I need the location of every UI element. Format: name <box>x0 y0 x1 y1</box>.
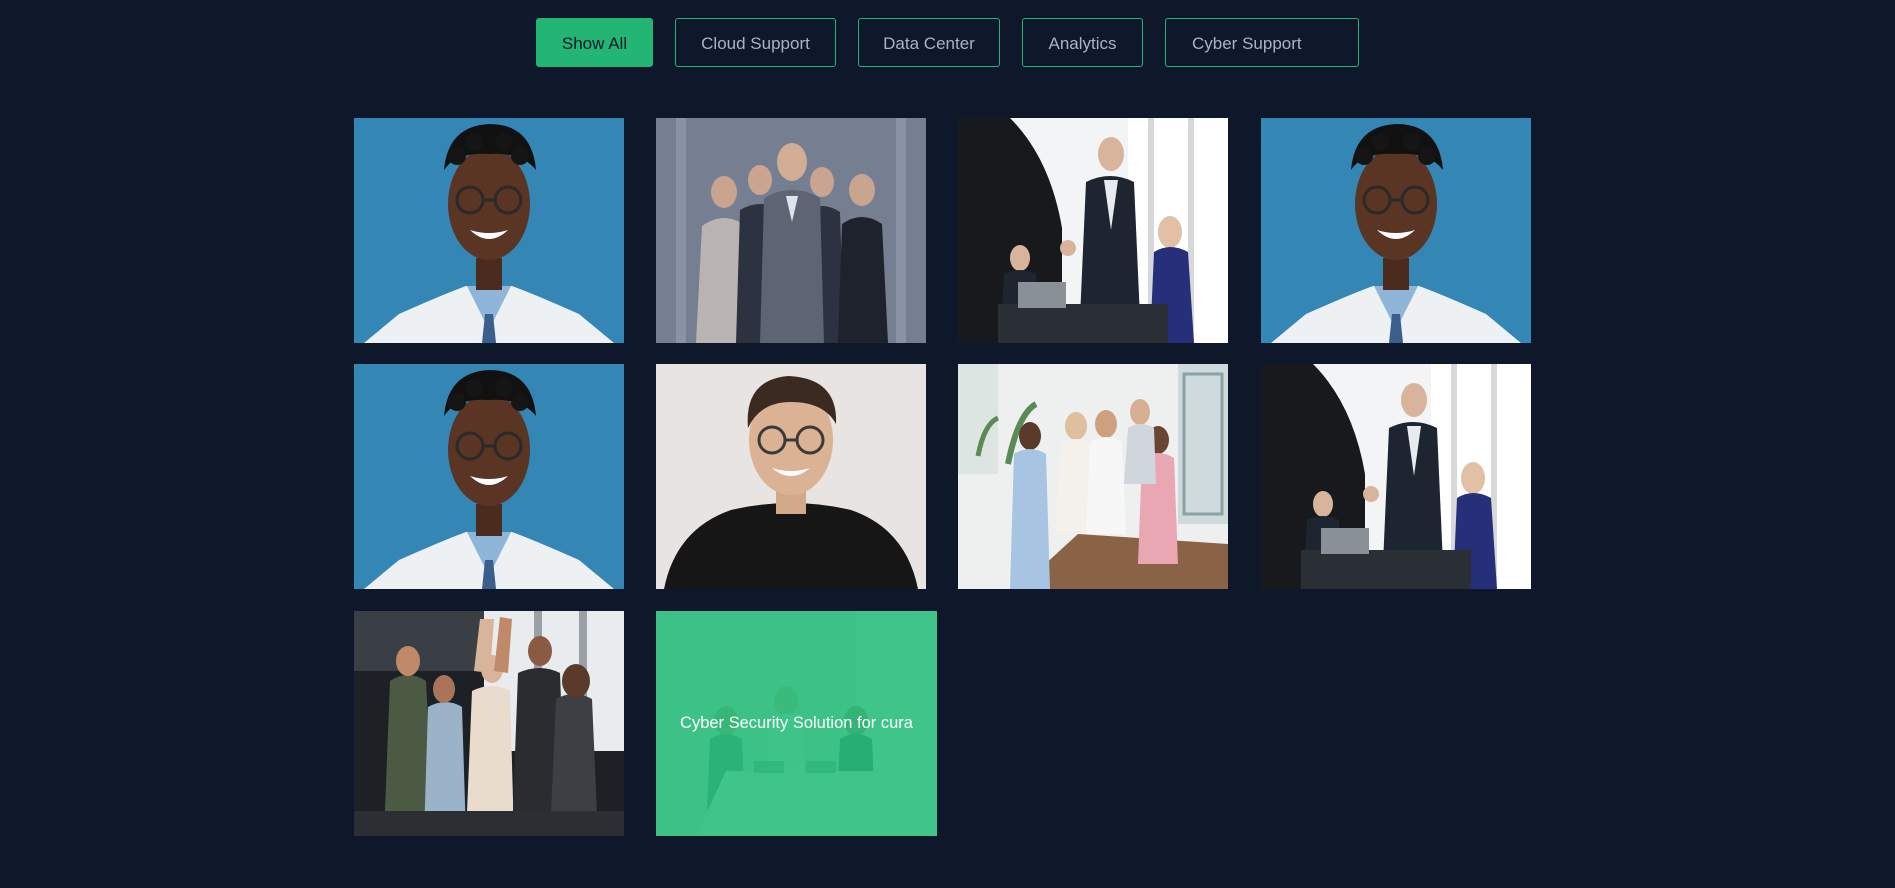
portfolio-filter-bar: Show All Cloud Support Data Center Analy… <box>0 18 1895 67</box>
filter-cloud-support-button[interactable]: Cloud Support <box>675 18 836 67</box>
gallery-item-8[interactable] <box>1261 364 1531 589</box>
filter-analytics-button[interactable]: Analytics <box>1022 18 1143 67</box>
gallery-photo-7 <box>958 364 1228 589</box>
gallery-item-6[interactable] <box>656 364 926 589</box>
filter-data-center-button[interactable]: Data Center <box>858 18 1000 67</box>
filter-show-all-button[interactable]: Show All <box>536 18 653 67</box>
gallery-photo-8 <box>1261 364 1531 589</box>
gallery-photo-1 <box>354 118 624 343</box>
gallery-photo-2 <box>656 118 926 343</box>
gallery-photo-3 <box>958 118 1228 343</box>
gallery-item-1[interactable] <box>354 118 624 343</box>
gallery-item-9[interactable] <box>354 611 624 836</box>
gallery-hover-overlay[interactable]: Cyber Security Solution for cura <box>656 611 937 836</box>
filter-cyber-support-button[interactable]: Cyber Support <box>1165 18 1359 67</box>
gallery-photo-6 <box>656 364 926 589</box>
gallery-photo-5 <box>354 364 624 589</box>
gallery-item-2[interactable] <box>656 118 926 343</box>
gallery-item-4[interactable] <box>1261 118 1531 343</box>
gallery-item-7[interactable] <box>958 364 1228 589</box>
gallery-item-10[interactable]: Cyber Security Solution for cura <box>656 611 937 836</box>
gallery-item-5[interactable] <box>354 364 624 589</box>
gallery-photo-4 <box>1261 118 1531 343</box>
gallery-photo-9 <box>354 611 624 836</box>
gallery-item-3[interactable] <box>958 118 1228 343</box>
gallery-item-caption: Cyber Security Solution for cura <box>680 714 913 732</box>
